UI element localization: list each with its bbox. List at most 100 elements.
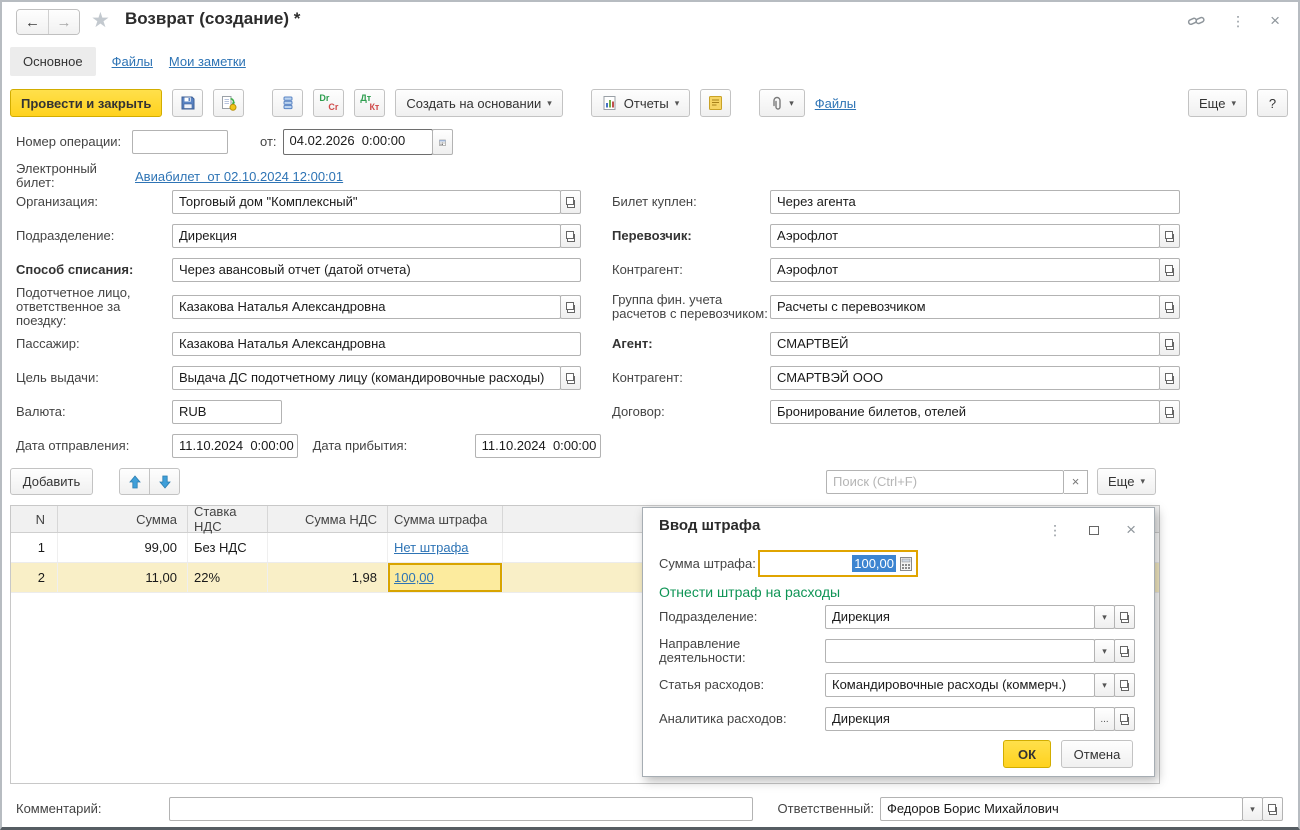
ok-button[interactable]: ОК (1003, 740, 1051, 768)
help-button[interactable]: ? (1257, 89, 1288, 117)
division-field[interactable]: Дирекция (172, 224, 561, 248)
more-dots-icon[interactable] (1231, 13, 1245, 30)
cell-n[interactable]: 1 (11, 533, 58, 562)
carrier-contractor-open-button[interactable] (1159, 258, 1180, 282)
division-open-button[interactable] (560, 224, 581, 248)
col-header-vat-rate[interactable]: Ставка НДС (188, 504, 268, 534)
reports-button[interactable]: Отчеты (590, 89, 691, 117)
dialog-expense-item-open-button[interactable] (1114, 673, 1135, 697)
col-header-penalty[interactable]: Сумма штрафа (388, 506, 503, 532)
save-button[interactable] (172, 89, 204, 117)
back-button[interactable] (17, 10, 48, 34)
ticket-bought-field[interactable]: Через агента (770, 190, 1180, 214)
issue-purpose-open-button[interactable] (560, 366, 581, 390)
dialog-division-dropdown-button[interactable] (1094, 605, 1115, 629)
fin-group-open-button[interactable] (1159, 295, 1180, 319)
eticket-link[interactable]: Авиабилет от 02.10.2024 12:00:01 (135, 169, 343, 184)
dialog-activity-field[interactable] (825, 639, 1095, 663)
cell-vat-rate[interactable]: 22% (188, 563, 268, 592)
dialog-analytics-field[interactable]: Дирекция (825, 707, 1095, 731)
cell-sum[interactable]: 99,00 (58, 533, 188, 562)
move-down-button[interactable] (149, 468, 180, 495)
cell-sum[interactable]: 11,00 (58, 563, 188, 592)
contract-open-button[interactable] (1159, 400, 1180, 424)
more-button[interactable]: Еще (1188, 89, 1247, 117)
carrier-contractor-field[interactable]: Аэрофлот (770, 258, 1160, 282)
note-button[interactable] (700, 89, 732, 117)
clear-search-button[interactable] (1064, 469, 1089, 494)
dates-row: Дата отправления: 11.10.2024 0:00:00 Дат… (16, 434, 601, 458)
dialog-division-field[interactable]: Дирекция (825, 605, 1095, 629)
favorite-icon[interactable] (91, 8, 110, 33)
col-header-n[interactable]: N (11, 506, 58, 532)
responsible-field[interactable]: Федоров Борис Михайлович (879, 797, 1243, 821)
carrier-field[interactable]: Аэрофлот (770, 224, 1160, 248)
dr-cr-button[interactable]: Dr Cr (313, 89, 345, 117)
dialog-division-open-button[interactable] (1114, 605, 1135, 629)
col-header-vat-sum[interactable]: Сумма НДС (268, 506, 388, 532)
cancel-button[interactable]: Отмена (1061, 740, 1133, 768)
carrier-open-button[interactable] (1159, 224, 1180, 248)
add-row-button[interactable]: Добавить (10, 468, 93, 495)
toolbar-right-group: Еще ? (1188, 89, 1288, 117)
table-more-button[interactable]: Еще (1097, 468, 1156, 495)
arrival-date-field[interactable]: 11.10.2024 0:00:00 (474, 434, 601, 458)
fin-group-field[interactable]: Расчеты с перевозчиком (770, 295, 1160, 319)
forward-button[interactable] (48, 10, 79, 34)
close-icon[interactable] (1270, 11, 1280, 31)
dialog-activity-open-button[interactable] (1114, 639, 1135, 663)
comment-field[interactable] (168, 797, 753, 821)
files-link[interactable]: Файлы (815, 96, 856, 111)
link-chain-icon[interactable] (1187, 14, 1206, 28)
dialog-activity-dropdown-button[interactable] (1094, 639, 1115, 663)
responsible-dropdown-button[interactable] (1242, 797, 1263, 821)
maximize-icon[interactable] (1089, 525, 1100, 535)
passenger-field[interactable]: Казакова Наталья Александровна (172, 332, 581, 356)
tab-main[interactable]: Основное (10, 46, 96, 76)
responsible-open-button[interactable] (1262, 797, 1283, 821)
issue-purpose-field[interactable]: Выдача ДС подотчетному лицу (командирово… (172, 366, 561, 390)
dt-kt-button[interactable]: Дт Кт (354, 89, 386, 117)
penalty-amount-input[interactable]: 100,00 (758, 550, 918, 577)
penalty-amount-link[interactable]: 100,00 (394, 570, 434, 585)
accountable-person-field[interactable]: Казакова Наталья Александровна (172, 295, 561, 319)
cell-vat-sum[interactable] (268, 533, 388, 562)
move-up-button[interactable] (119, 468, 150, 495)
writeoff-method-field[interactable]: Через авансовый отчет (датой отчета) (172, 258, 581, 282)
table-toolbar: Добавить Еще (10, 468, 1156, 495)
accountable-person-open-button[interactable] (560, 295, 581, 319)
agent-field[interactable]: СМАРТВЕЙ (770, 332, 1160, 356)
tab-files[interactable]: Файлы (112, 54, 153, 69)
search-input[interactable] (826, 469, 1065, 494)
attach-button[interactable] (759, 89, 805, 117)
post-document-button[interactable] (213, 89, 245, 117)
register-button[interactable] (272, 89, 304, 117)
departure-date-field[interactable]: 11.10.2024 0:00:00 (172, 434, 298, 458)
tab-bar: Основное Файлы Мои заметки (10, 46, 246, 76)
tab-notes[interactable]: Мои заметки (169, 54, 246, 69)
currency-field[interactable]: RUB (172, 400, 282, 424)
organization-open-button[interactable] (560, 190, 581, 214)
cell-vat-rate[interactable]: Без НДС (188, 533, 268, 562)
post-and-close-button[interactable]: Провести и закрыть (10, 89, 163, 117)
agent-contractor-field[interactable]: СМАРТВЭЙ ООО (770, 366, 1160, 390)
col-header-sum[interactable]: Сумма (58, 506, 188, 532)
calculator-icon[interactable] (900, 556, 912, 571)
more-dots-icon[interactable] (1048, 522, 1062, 539)
document-date-field[interactable]: 04.02.2026 0:00:00 (282, 129, 433, 155)
cell-n[interactable]: 2 (11, 563, 58, 592)
close-icon[interactable] (1126, 520, 1136, 540)
dialog-expense-item-dropdown-button[interactable] (1094, 673, 1115, 697)
contract-field[interactable]: Бронирование билетов, отелей (770, 400, 1160, 424)
create-on-basis-button[interactable]: Создать на основании (395, 89, 563, 117)
calendar-button[interactable] (431, 129, 453, 155)
no-penalty-link[interactable]: Нет штрафа (394, 540, 469, 555)
cell-vat-sum[interactable]: 1,98 (268, 563, 388, 592)
agent-open-button[interactable] (1159, 332, 1180, 356)
organization-field[interactable]: Торговый дом "Комплексный" (172, 190, 561, 214)
agent-contractor-open-button[interactable] (1159, 366, 1180, 390)
operation-number-field[interactable] (132, 130, 228, 154)
dialog-analytics-open-button[interactable] (1114, 707, 1135, 731)
dialog-analytics-ellipsis-button[interactable]: ... (1094, 707, 1115, 731)
dialog-expense-item-field[interactable]: Командировочные расходы (коммерч.) (825, 673, 1095, 697)
